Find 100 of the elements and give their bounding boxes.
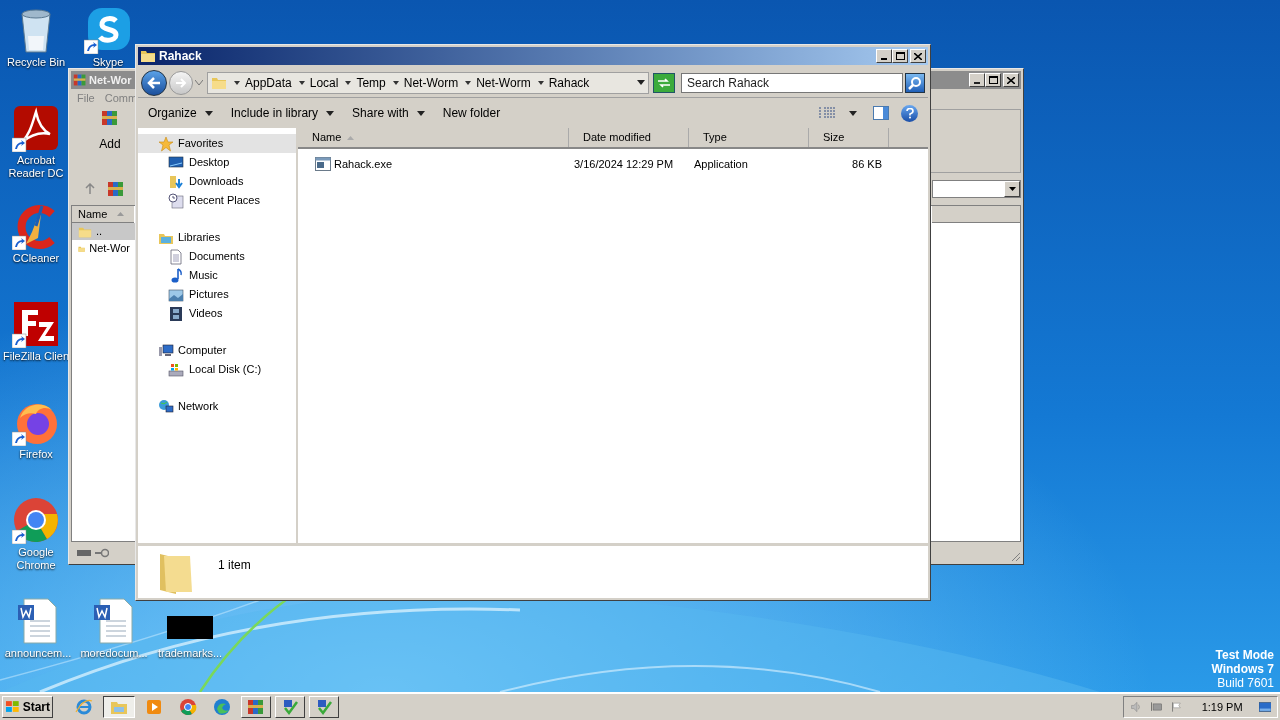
column-header[interactable]: Date modified [569, 128, 689, 147]
nav-item[interactable]: Favorites [138, 134, 296, 153]
refresh-button[interactable] [653, 72, 675, 93]
column-header[interactable] [932, 206, 1020, 223]
breadcrumb-item[interactable]: Local [309, 73, 339, 92]
archive-books-icon [247, 698, 265, 716]
up-arrow-icon [85, 183, 95, 195]
checkmark-app-icon [281, 698, 299, 716]
breadcrumb-caret-icon [234, 80, 240, 85]
address-caret-icon [637, 80, 645, 85]
close-icon [914, 52, 922, 60]
close-button[interactable] [1003, 73, 1019, 87]
recent-pages-caret-icon [195, 80, 203, 85]
swirl-app-icon [12, 104, 60, 152]
view-options-button[interactable] [819, 107, 857, 119]
taskbar-button[interactable] [103, 696, 135, 718]
file-row[interactable]: Rahack.exe 3/16/2024 12:29 PM Application 86 KB [298, 153, 928, 175]
maximize-icon [988, 76, 998, 84]
zigzag-app-icon [12, 300, 60, 348]
column-header[interactable]: Type [689, 128, 809, 147]
toolbar-button[interactable]: Share with [352, 104, 425, 122]
maximize-button[interactable] [985, 73, 1001, 87]
breadcrumb-item[interactable]: Net-Worm [476, 73, 531, 92]
address-bar[interactable]: AppData Local Temp Net-Worm Net-Worm Rahack [207, 71, 649, 94]
refresh-arrows-icon [657, 77, 671, 88]
pane-icon [873, 106, 889, 120]
breadcrumb-caret-icon [537, 80, 544, 85]
maximize-icon [895, 52, 905, 60]
table-cell-text: Application [693, 156, 749, 172]
toolbar-button[interactable]: Include in library [230, 104, 335, 122]
folder-icon [140, 48, 156, 64]
breadcrumb-item[interactable]: Rahack [548, 73, 590, 92]
table-cell-text: 3/16/2024 12:29 PM [573, 156, 675, 172]
caret-icon [326, 110, 335, 116]
chat-app-icon [84, 6, 132, 54]
watermark-text: Windows 7 [1211, 662, 1274, 676]
round-browser-icon [179, 698, 197, 716]
toolbar-button[interactable]: Add [95, 109, 125, 153]
path-dropdown[interactable] [932, 180, 1021, 198]
list-view-icon [819, 107, 835, 119]
breadcrumb-caret-icon [345, 80, 352, 85]
help-icon [905, 107, 914, 119]
help-button[interactable] [901, 104, 918, 122]
pictures-icon [168, 286, 184, 303]
show-desktop-icon[interactable] [1258, 700, 1271, 714]
round-browser-icon [12, 496, 60, 544]
start-button[interactable]: Start [2, 696, 53, 718]
document-icon [168, 248, 184, 265]
table-cell-text: Rahack.exe [334, 156, 393, 172]
breadcrumb-item[interactable]: Net-Worm [403, 73, 459, 92]
wave-browser-icon [213, 698, 231, 716]
watermark-text: Build 7601 [1217, 676, 1274, 690]
desktop-shortcut[interactable]: FileZilla Clien [3, 300, 69, 363]
download-folder-icon [168, 173, 184, 190]
column-header[interactable]: Name [298, 128, 569, 147]
table-cell-text: 86 KB [851, 156, 882, 172]
search-button[interactable] [905, 72, 925, 93]
back-button[interactable] [141, 69, 167, 96]
minimize-button[interactable] [876, 49, 892, 63]
search-field[interactable]: Search Rahack [681, 72, 903, 93]
toolbar-button[interactable]: New folder [442, 104, 501, 122]
archive-books-icon [107, 180, 125, 198]
minimize-button[interactable] [969, 73, 985, 87]
column-header [889, 128, 928, 147]
desktop-shortcut[interactable]: Recycle Bin [6, 6, 66, 69]
breadcrumb-item[interactable]: Temp [356, 73, 386, 92]
desktop-shortcut[interactable]: Acrobat Reader DC [2, 104, 70, 180]
minimize-icon [881, 58, 887, 60]
column-header[interactable]: Name [72, 206, 134, 223]
clock-time[interactable]: 1:19 PM [1201, 698, 1243, 716]
hard-disk-icon [168, 361, 184, 378]
close-button[interactable] [910, 49, 926, 63]
drive-icon [77, 549, 91, 557]
window-title: Net-Wor [89, 72, 132, 88]
application-icon [315, 157, 331, 171]
film-icon [168, 305, 184, 322]
sort-arrow-icon [347, 135, 355, 140]
desktop-shortcut[interactable]: Skype [84, 6, 132, 69]
recent-places-icon [168, 192, 184, 209]
play-icon [145, 698, 163, 716]
column-header[interactable]: Size [809, 128, 889, 147]
minimize-icon [974, 82, 980, 84]
item-count: 1 item [218, 557, 251, 574]
search-icon [908, 75, 922, 90]
breadcrumb-caret-icon [465, 80, 472, 85]
preview-pane-button[interactable] [873, 106, 889, 120]
breadcrumb-item[interactable]: AppData [245, 73, 292, 92]
list-row[interactable]: .. [72, 223, 136, 240]
speaker-icon [1130, 700, 1143, 714]
watermark-text: Test Mode [1215, 648, 1274, 662]
caret-icon [204, 110, 213, 116]
archive-books-icon [101, 109, 119, 127]
resize-grip-icon [1009, 550, 1021, 562]
maximize-button[interactable] [892, 49, 908, 63]
caret-icon [416, 110, 425, 116]
desktop-shortcut[interactable]: CCleaner [12, 202, 60, 265]
sort-arrow-icon [117, 212, 125, 216]
computer-icon [158, 342, 174, 359]
browser-e-icon [75, 698, 93, 716]
toolbar-button[interactable]: Organize [148, 104, 213, 122]
